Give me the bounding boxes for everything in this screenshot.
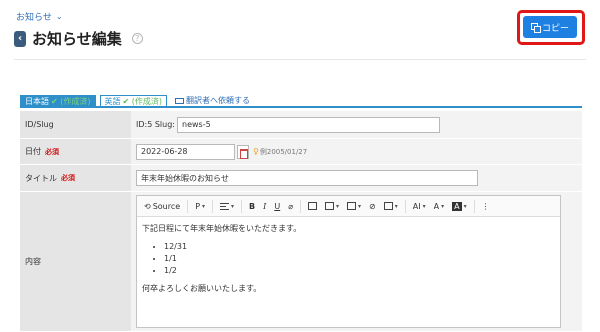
divider xyxy=(14,59,586,60)
content-row: 内容 ⟲ Source P ▾ ▾ B I U ⌀ ▾ ▾ ⊘ ▾ AI ▾ A… xyxy=(20,192,582,332)
page-title: お知らせ編集 xyxy=(32,30,122,48)
date-label-cell: 日付 必須 xyxy=(20,139,131,164)
slug-input[interactable]: news-5 xyxy=(177,116,440,133)
align-dropdown[interactable]: ▾ xyxy=(217,199,237,214)
more-button[interactable]: ⋮ xyxy=(479,199,493,214)
chevron-down-icon: ▾ xyxy=(463,202,467,210)
date-list: 12/31 1/1 1/2 xyxy=(142,241,555,277)
date-input[interactable]: 2022-06-28 xyxy=(136,143,235,160)
copy-button-label: コピー xyxy=(541,23,569,34)
italic-button[interactable]: I xyxy=(260,199,269,214)
mail-icon xyxy=(175,97,184,104)
image-dropdown[interactable]: ▾ xyxy=(322,199,342,214)
date-hint: ♀ 例2005/01/27 xyxy=(253,147,307,157)
content-outro: 何卒よろしくお願いいたします。 xyxy=(142,284,262,293)
link-button[interactable]: ⊘ xyxy=(366,199,379,214)
date-row: 日付 必須 2022-06-28 ♀ 例2005/01/27 xyxy=(20,139,582,165)
date-label: 日付 xyxy=(25,147,41,156)
toolbar-divider xyxy=(404,199,406,213)
source-label: Source xyxy=(152,201,181,211)
file-icon xyxy=(308,202,318,210)
list-item: 1/2 xyxy=(164,265,555,277)
table-dropdown[interactable]: ▾ xyxy=(381,199,401,214)
font-size-label: AI xyxy=(412,201,421,211)
video-dropdown[interactable]: ▾ xyxy=(344,199,364,214)
table-icon xyxy=(383,202,393,210)
source-button[interactable]: ⟲ Source xyxy=(141,199,183,214)
align-icon xyxy=(220,202,230,210)
editor-toolbar: ⟲ Source P ▾ ▾ B I U ⌀ ▾ ▾ ⊘ ▾ AI ▾ A ▾ … xyxy=(137,196,560,217)
content-intro: 下記日程にて年末年始休暇をいただきます。 xyxy=(142,224,302,233)
title-label-cell: タイトル 必須 xyxy=(20,165,131,191)
list-item: 1/1 xyxy=(164,253,555,265)
bg-color-label: A xyxy=(452,201,462,211)
content-label: 内容 xyxy=(20,192,131,331)
title-input[interactable]: 年末年始休暇のお知らせ xyxy=(136,170,478,186)
source-icon: ⟲ xyxy=(144,201,151,211)
breadcrumb-label[interactable]: お知らせ xyxy=(16,10,52,23)
font-size-dropdown[interactable]: AI ▾ xyxy=(410,199,429,214)
underline-button[interactable]: U xyxy=(271,199,283,214)
toolbar-divider xyxy=(187,199,189,213)
calendar-icon[interactable] xyxy=(237,144,249,159)
title-label: タイトル xyxy=(25,173,57,183)
language-tabs: 日本語 ✔ (作成済) 英語 ✔ (作成済) 翻訳者へ依頼する xyxy=(20,95,582,108)
required-badge: 必須 xyxy=(45,147,59,156)
chevron-down-icon: ▾ xyxy=(336,202,340,210)
clear-format-icon: ⌀ xyxy=(288,201,294,211)
translate-request-link[interactable]: 翻訳者へ依頼する xyxy=(175,95,250,106)
edit-form: ID/Slug ID:5 Slug: news-5 日付 必須 2022-06-… xyxy=(20,111,582,332)
date-hint-text: 例2005/01/27 xyxy=(259,147,308,156)
tab-japanese-label: 日本語 xyxy=(25,96,49,106)
link-icon: ⊘ xyxy=(369,201,376,211)
tab-english-status: ✔ (作成済) xyxy=(122,96,163,106)
breadcrumb[interactable]: お知らせ ⌄ xyxy=(16,10,63,23)
rich-text-editor[interactable]: ⟲ Source P ▾ ▾ B I U ⌀ ▾ ▾ ⊘ ▾ AI ▾ A ▾ … xyxy=(136,195,561,328)
required-badge: 必須 xyxy=(61,174,75,182)
slug-row: ID/Slug ID:5 Slug: news-5 xyxy=(20,111,582,139)
title-row: ‹ お知らせ編集 ? xyxy=(14,28,143,49)
toolbar-divider xyxy=(212,199,214,213)
chevron-down-icon: ▾ xyxy=(358,202,362,210)
tab-english-label: 英語 xyxy=(104,96,121,106)
chevron-down-icon: ▾ xyxy=(202,202,206,210)
hint-icon: ♀ xyxy=(253,147,259,156)
bg-color-dropdown[interactable]: A ▾ xyxy=(449,199,470,214)
chevron-down-icon: ▾ xyxy=(231,202,235,210)
clear-format-button[interactable]: ⌀ xyxy=(285,199,296,214)
help-icon[interactable]: ? xyxy=(131,33,143,44)
tab-japanese-status: ✔ (作成済) xyxy=(51,96,91,106)
editor-content[interactable]: 下記日程にて年末年始休暇をいただきます。 12/31 1/1 1/2 何卒よろし… xyxy=(137,217,560,301)
image-icon xyxy=(325,202,335,210)
translate-request-label: 翻訳者へ依頼する xyxy=(186,96,250,105)
paragraph-label: P xyxy=(195,201,201,211)
video-icon xyxy=(347,202,357,210)
slug-label: ID/Slug xyxy=(20,111,131,138)
file-button[interactable] xyxy=(305,199,320,214)
tab-english[interactable]: 英語 ✔ (作成済) xyxy=(99,95,167,107)
paragraph-dropdown[interactable]: P ▾ xyxy=(192,199,208,214)
chevron-down-icon: ▾ xyxy=(422,202,426,210)
font-color-dropdown[interactable]: A ▾ xyxy=(431,199,448,214)
bold-button[interactable]: B xyxy=(246,199,258,214)
chevron-down-icon: ▾ xyxy=(394,202,398,210)
toolbar-divider xyxy=(300,199,302,213)
back-button[interactable]: ‹ xyxy=(14,30,26,47)
slug-prefix: ID:5 Slug: xyxy=(136,120,175,129)
copy-button[interactable]: コピー xyxy=(523,16,577,38)
title-row-field: タイトル 必須 年末年始休暇のお知らせ xyxy=(20,165,582,192)
tab-japanese[interactable]: 日本語 ✔ (作成済) xyxy=(20,95,96,107)
font-color-label: A xyxy=(433,201,440,211)
chevron-down-icon: ▾ xyxy=(441,202,445,210)
copy-icon xyxy=(530,22,541,33)
chevron-down-icon[interactable]: ⌄ xyxy=(56,12,63,21)
list-item: 12/31 xyxy=(164,241,555,253)
toolbar-divider xyxy=(241,199,243,213)
toolbar-divider xyxy=(473,199,475,213)
